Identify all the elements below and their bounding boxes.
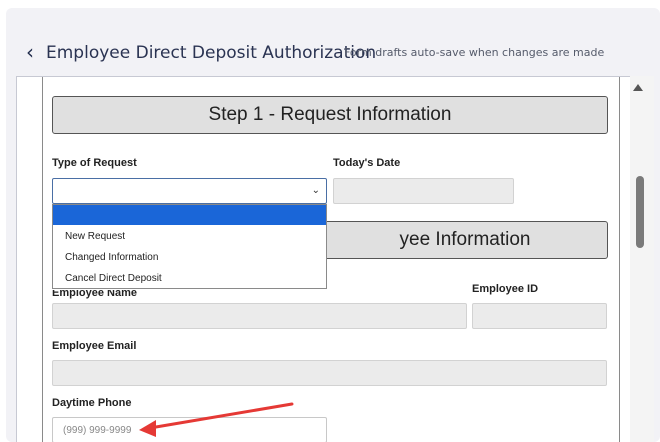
annotation-arrow-icon — [139, 402, 294, 437]
